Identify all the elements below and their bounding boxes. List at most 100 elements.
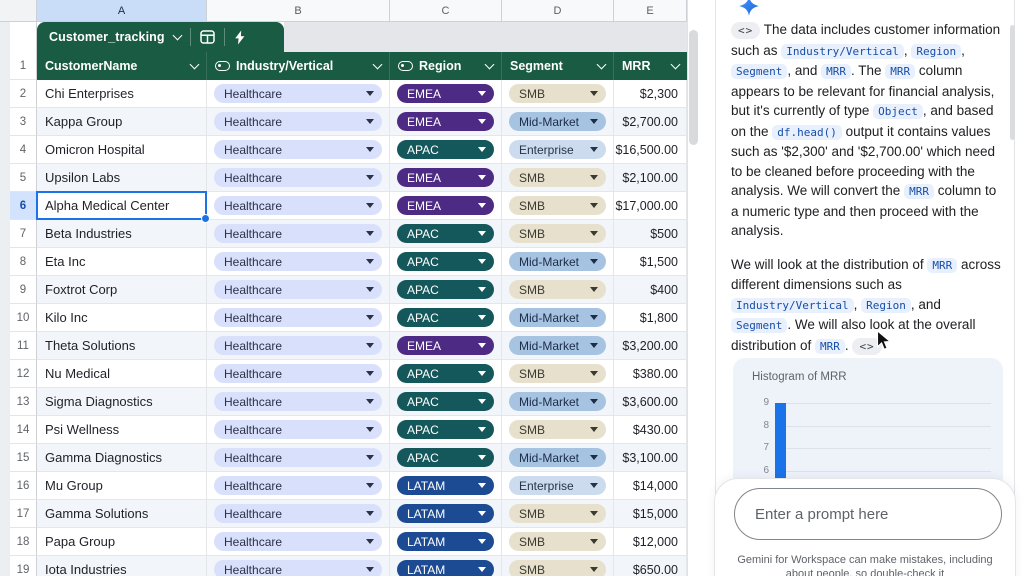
dropdown-arrow-icon[interactable]: [590, 315, 598, 320]
row-number[interactable]: 11: [10, 332, 37, 360]
industry-cell[interactable]: Healthcare: [207, 528, 390, 556]
mrr-cell[interactable]: $400: [614, 276, 687, 304]
dropdown-arrow-icon[interactable]: [366, 259, 374, 264]
region-pill[interactable]: APAC: [397, 308, 494, 327]
industry-cell[interactable]: Healthcare: [207, 360, 390, 388]
dropdown-arrow-icon[interactable]: [590, 119, 598, 124]
dropdown-arrow-icon[interactable]: [478, 315, 486, 320]
header-customername[interactable]: CustomerName: [37, 52, 207, 80]
region-cell[interactable]: APAC: [390, 444, 502, 472]
mrr-cell[interactable]: $3,100.00: [614, 444, 687, 472]
chevron-down-icon[interactable]: [484, 59, 495, 70]
column-header-e[interactable]: E: [614, 0, 687, 22]
header-mrr[interactable]: MRR: [614, 52, 687, 80]
mrr-cell[interactable]: $2,100.00: [614, 164, 687, 192]
dropdown-arrow-icon[interactable]: [478, 203, 486, 208]
dropdown-arrow-icon[interactable]: [590, 91, 598, 96]
industry-cell[interactable]: Healthcare: [207, 192, 390, 220]
region-pill[interactable]: EMEA: [397, 112, 494, 131]
region-cell[interactable]: APAC: [390, 416, 502, 444]
industry-cell[interactable]: Healthcare: [207, 416, 390, 444]
dropdown-arrow-icon[interactable]: [478, 539, 486, 544]
header-segment[interactable]: Segment: [502, 52, 614, 80]
dropdown-arrow-icon[interactable]: [590, 203, 598, 208]
row-number[interactable]: 12: [10, 360, 37, 388]
row-number[interactable]: 14: [10, 416, 37, 444]
region-pill[interactable]: APAC: [397, 252, 494, 271]
segment-pill[interactable]: SMB: [509, 84, 606, 103]
industry-pill[interactable]: Healthcare: [214, 140, 382, 159]
table-icon[interactable]: [199, 30, 215, 44]
row-number[interactable]: 13: [10, 388, 37, 416]
region-pill[interactable]: EMEA: [397, 336, 494, 355]
segment-cell[interactable]: SMB: [502, 416, 614, 444]
header-industry-vertical[interactable]: Industry/Vertical: [207, 52, 390, 80]
region-cell[interactable]: APAC: [390, 304, 502, 332]
chevron-down-icon[interactable]: [172, 30, 183, 41]
segment-pill[interactable]: Mid-Market: [509, 336, 606, 355]
segment-pill[interactable]: SMB: [509, 504, 606, 523]
dropdown-arrow-icon[interactable]: [478, 119, 486, 124]
region-cell[interactable]: APAC: [390, 136, 502, 164]
region-cell[interactable]: EMEA: [390, 80, 502, 108]
chevron-down-icon[interactable]: [372, 59, 383, 70]
customername-cell[interactable]: Omicron Hospital: [37, 136, 207, 164]
region-pill[interactable]: LATAM: [397, 504, 494, 523]
dropdown-arrow-icon[interactable]: [366, 203, 374, 208]
segment-pill[interactable]: SMB: [509, 420, 606, 439]
chevron-down-icon[interactable]: [189, 59, 200, 70]
row-number[interactable]: 3: [10, 108, 37, 136]
customername-cell[interactable]: Nu Medical: [37, 360, 207, 388]
dropdown-arrow-icon[interactable]: [366, 427, 374, 432]
mrr-cell[interactable]: $380.00: [614, 360, 687, 388]
mrr-cell[interactable]: $650.00: [614, 556, 687, 576]
dropdown-arrow-icon[interactable]: [366, 343, 374, 348]
region-cell[interactable]: LATAM: [390, 500, 502, 528]
dropdown-arrow-icon[interactable]: [478, 147, 486, 152]
row-number[interactable]: 9: [10, 276, 37, 304]
dropdown-arrow-icon[interactable]: [366, 539, 374, 544]
mrr-cell[interactable]: $3,600.00: [614, 388, 687, 416]
customername-cell[interactable]: Beta Industries: [37, 220, 207, 248]
bolt-icon[interactable]: [234, 30, 246, 45]
sheet-scrollbar-thumb[interactable]: [689, 30, 698, 145]
mrr-cell[interactable]: $14,000: [614, 472, 687, 500]
row-number[interactable]: 4: [10, 136, 37, 164]
customername-cell[interactable]: Papa Group: [37, 528, 207, 556]
segment-cell[interactable]: Mid-Market: [502, 108, 614, 136]
segment-cell[interactable]: Mid-Market: [502, 332, 614, 360]
industry-pill[interactable]: Healthcare: [214, 336, 382, 355]
segment-cell[interactable]: SMB: [502, 80, 614, 108]
segment-cell[interactable]: Mid-Market: [502, 388, 614, 416]
segment-pill[interactable]: Mid-Market: [509, 392, 606, 411]
column-header-c[interactable]: C: [390, 0, 502, 22]
dropdown-arrow-icon[interactable]: [478, 399, 486, 404]
segment-pill[interactable]: SMB: [509, 196, 606, 215]
dropdown-arrow-icon[interactable]: [366, 175, 374, 180]
customername-cell[interactable]: Theta Solutions: [37, 332, 207, 360]
industry-cell[interactable]: Healthcare: [207, 248, 390, 276]
row-number[interactable]: 19: [10, 556, 37, 576]
region-pill[interactable]: APAC: [397, 420, 494, 439]
dropdown-arrow-icon[interactable]: [590, 175, 598, 180]
segment-pill[interactable]: Enterprise: [509, 476, 606, 495]
row-number[interactable]: 18: [10, 528, 37, 556]
dropdown-arrow-icon[interactable]: [478, 287, 486, 292]
column-header-d[interactable]: D: [502, 0, 614, 22]
customername-cell[interactable]: Chi Enterprises: [37, 80, 207, 108]
industry-pill[interactable]: Healthcare: [214, 84, 382, 103]
region-pill[interactable]: APAC: [397, 392, 494, 411]
region-cell[interactable]: EMEA: [390, 192, 502, 220]
sheet-corner[interactable]: [0, 0, 37, 22]
dropdown-arrow-icon[interactable]: [590, 147, 598, 152]
region-pill[interactable]: LATAM: [397, 532, 494, 551]
dropdown-arrow-icon[interactable]: [590, 427, 598, 432]
mrr-cell[interactable]: $15,000: [614, 500, 687, 528]
segment-cell[interactable]: Mid-Market: [502, 248, 614, 276]
segment-cell[interactable]: Mid-Market: [502, 304, 614, 332]
dropdown-arrow-icon[interactable]: [478, 175, 486, 180]
industry-cell[interactable]: Healthcare: [207, 220, 390, 248]
industry-pill[interactable]: Healthcare: [214, 168, 382, 187]
industry-cell[interactable]: Healthcare: [207, 108, 390, 136]
dropdown-arrow-icon[interactable]: [478, 259, 486, 264]
